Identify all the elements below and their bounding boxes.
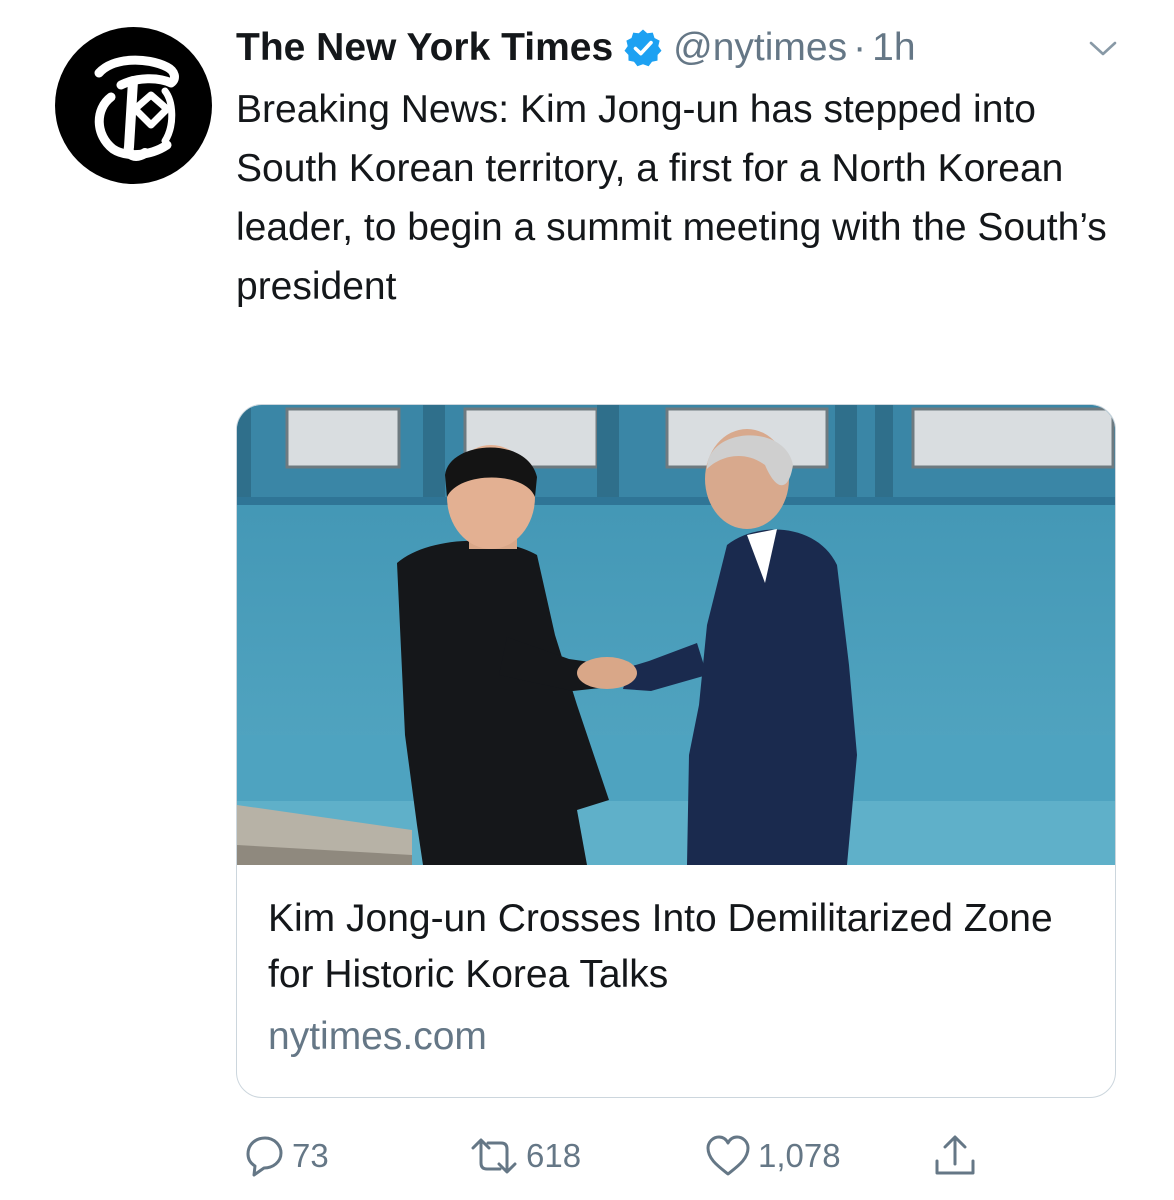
share-icon — [935, 1135, 975, 1175]
verified-badge-icon — [623, 28, 663, 68]
separator-dot: · — [853, 26, 867, 69]
tweet-timestamp[interactable]: 1h — [872, 26, 915, 70]
heart-icon — [706, 1135, 750, 1176]
card-title[interactable]: Kim Jong-un Crosses Into Demilitarized Z… — [268, 891, 1098, 1003]
retweet-button[interactable]: 618 — [468, 1128, 581, 1184]
retweet-icon — [471, 1138, 517, 1174]
avatar[interactable] — [55, 27, 212, 184]
like-count: 1,078 — [758, 1137, 841, 1174]
display-name[interactable]: The New York Times — [236, 26, 613, 70]
tweet-text: Breaking News: Kim Jong-un has stepped i… — [236, 88, 1107, 308]
card-image[interactable] — [237, 405, 1116, 865]
author-handle[interactable]: @nytimes — [673, 26, 847, 70]
nyt-t-logo-icon — [94, 55, 179, 161]
link-card[interactable]: Kim Jong-un Crosses Into Demilitarized Z… — [236, 404, 1116, 1098]
card-domain[interactable]: nytimes.com — [268, 1015, 487, 1059]
reply-icon — [246, 1136, 283, 1177]
chevron-down-icon[interactable] — [1088, 36, 1118, 60]
reply-count: 73 — [292, 1137, 329, 1174]
tweet-header: The New York Times @nytimes · 1h — [236, 22, 916, 74]
share-button[interactable] — [932, 1128, 978, 1184]
retweet-count: 618 — [526, 1137, 582, 1174]
like-button[interactable]: 1,078 — [704, 1128, 841, 1184]
tweet-actions: 73 618 1,078 — [0, 1128, 1174, 1184]
reply-button[interactable]: 73 — [240, 1128, 329, 1184]
